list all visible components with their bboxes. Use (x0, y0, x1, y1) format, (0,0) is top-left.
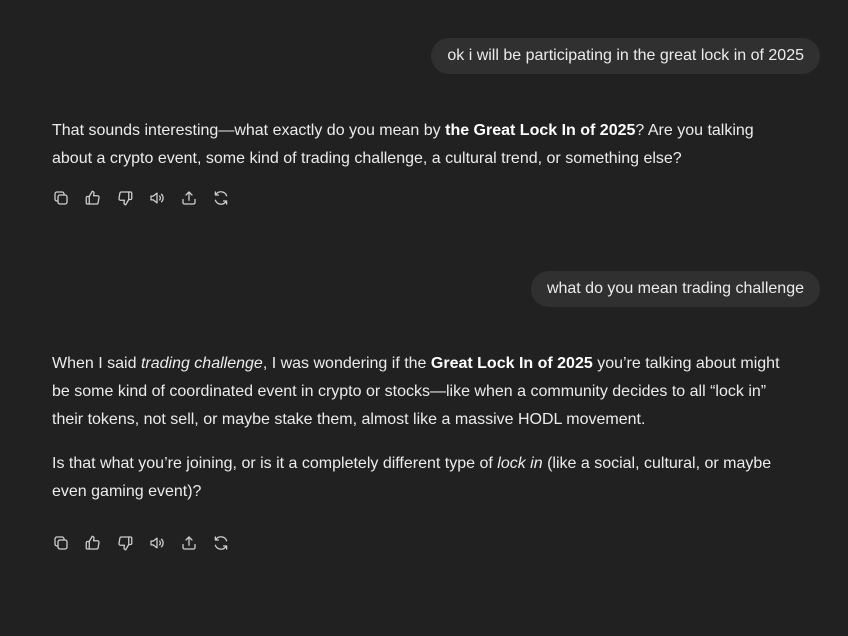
user-message-text: what do you mean trading challenge (546, 280, 804, 297)
regenerate-button[interactable] (211, 533, 231, 553)
message-actions (51, 533, 231, 553)
regenerate-icon (214, 536, 228, 550)
user-message-text: ok i will be participating in the great … (447, 47, 804, 64)
text-segment: Is that what you’re joining, or is it a … (52, 455, 498, 472)
italic-text: trading challenge (140, 355, 263, 372)
assistant-paragraph: When I said trading challenge, I was won… (52, 350, 792, 434)
thumbs-down-icon (118, 536, 133, 551)
copy-icon (54, 536, 68, 550)
text-segment: , I was wondering if the (262, 355, 431, 372)
bold-text: Great Lock In of 2025 (430, 355, 593, 372)
bold-text: the Great Lock In of 2025 (445, 122, 636, 139)
share-button[interactable] (179, 533, 199, 553)
good-response-button[interactable] (83, 533, 103, 553)
user-message-bubble: ok i will be participating in the great … (431, 38, 820, 74)
italic-text: lock in (497, 455, 543, 472)
regenerate-button[interactable] (211, 188, 231, 208)
read-aloud-button[interactable] (147, 188, 167, 208)
assistant-message: When I said trading challenge, I was won… (52, 350, 792, 506)
message-actions (51, 188, 231, 208)
bad-response-button[interactable] (115, 533, 135, 553)
thumbs-up-icon (85, 535, 100, 550)
text-segment: When I said (52, 355, 141, 372)
assistant-message: That sounds interesting—what exactly do … (52, 117, 792, 173)
assistant-paragraph: That sounds interesting—what exactly do … (52, 117, 792, 173)
regenerate-icon (214, 191, 228, 205)
copy-button[interactable] (51, 533, 71, 553)
share-button[interactable] (179, 188, 199, 208)
read-aloud-button[interactable] (147, 533, 167, 553)
thumbs-up-icon (85, 190, 100, 205)
copy-button[interactable] (51, 188, 71, 208)
share-icon (182, 536, 196, 550)
copy-icon (54, 191, 68, 205)
text-segment: That sounds interesting—what exactly do … (52, 122, 446, 139)
assistant-paragraph: Is that what you’re joining, or is it a … (52, 450, 792, 506)
thumbs-down-icon (118, 191, 133, 206)
user-message-bubble: what do you mean trading challenge (530, 271, 820, 307)
good-response-button[interactable] (83, 188, 103, 208)
read-aloud-icon (150, 192, 164, 204)
bad-response-button[interactable] (115, 188, 135, 208)
share-icon (182, 191, 196, 205)
read-aloud-icon (150, 537, 164, 549)
